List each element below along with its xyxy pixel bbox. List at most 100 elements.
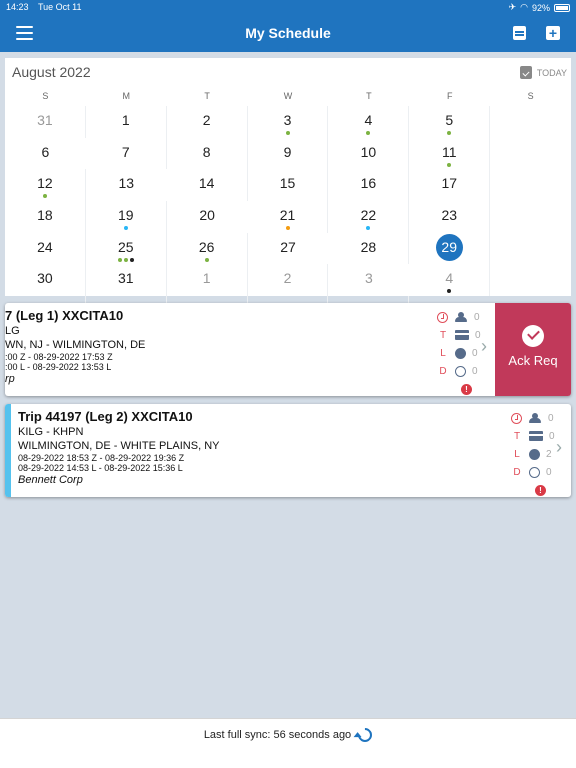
calendar-day-number: 1 — [202, 270, 211, 287]
sync-footer: Last full sync: 56 seconds ago — [0, 718, 576, 768]
calendar-day-number: 25 — [118, 238, 134, 255]
calendar-day[interactable]: 22 — [328, 201, 410, 233]
calendar-day[interactable]: 14 — [167, 169, 248, 202]
weekday-header: SMTWTFS — [5, 91, 571, 101]
calendar-day[interactable]: 27 — [248, 233, 329, 265]
calendar-day[interactable]: 16 — [328, 169, 410, 202]
calendar: August 2022 TODAY SMTWTFS 31 1 2 3 4 5 6 7 8 9 10 1… — [5, 58, 571, 328]
calendar-day[interactable]: 11 — [409, 137, 491, 170]
calendar-day[interactable]: 31 — [86, 264, 167, 297]
event-indicators — [248, 226, 328, 231]
weekday-label: T — [204, 91, 210, 101]
calendar-day-number: 22 — [360, 207, 377, 224]
calendar-day[interactable]: 3 — [248, 106, 329, 138]
calendar-day-number: 1 — [121, 112, 130, 128]
calendar-day-number: 26 — [198, 238, 215, 255]
calendar-day[interactable]: 3 — [328, 264, 409, 296]
calendar-day[interactable]: 6 — [5, 138, 86, 170]
trip-zulu-times: :00 Z - 08-29-2022 17:53 Z — [5, 352, 113, 362]
chevron-right-icon[interactable]: › — [481, 336, 487, 357]
calendar-day-number: 28 — [360, 238, 377, 255]
today-button[interactable]: TODAY — [519, 66, 567, 79]
calendar-day[interactable]: 23 — [409, 201, 491, 233]
page-title: My Schedule — [245, 25, 331, 41]
calendar-day[interactable]: 17 — [409, 169, 491, 202]
calendar-day[interactable]: 26 — [167, 232, 248, 265]
event-indicators — [86, 226, 166, 231]
calendar-day-number: 31 — [118, 270, 134, 287]
trip-title: 7 (Leg 1) XXCITA10 — [5, 308, 124, 323]
trip-zulu-times: 08-29-2022 18:53 Z - 08-29-2022 19:36 Z — [18, 453, 185, 463]
calendar-day[interactable]: 15 — [248, 169, 329, 202]
calendar-day[interactable]: 7 — [86, 137, 167, 170]
calendar-icon[interactable] — [513, 26, 526, 40]
event-indicators — [328, 131, 408, 135]
calendar-day-number: 17 — [441, 175, 458, 192]
weekday-label: S — [42, 91, 49, 101]
crew-count: 0 — [474, 311, 480, 323]
status-indicators: ✈ ◠ 92% — [509, 2, 570, 13]
calendar-month-title: August 2022 — [12, 64, 91, 80]
t-label: T — [439, 329, 447, 341]
chevron-right-icon[interactable]: › — [556, 437, 562, 458]
nav-bar: My Schedule + — [0, 16, 576, 52]
calendar-day[interactable]: 20 — [167, 201, 248, 233]
calendar-day[interactable]: 18 — [5, 201, 86, 233]
empty-circle-icon — [529, 466, 540, 478]
ack-req-button[interactable]: Ack Req — [495, 303, 571, 396]
calendar-day[interactable]: 10 — [328, 137, 410, 170]
calendar-day-number: 8 — [202, 143, 211, 160]
calendar-day-selected[interactable]: 29 — [409, 232, 491, 265]
calendar-day[interactable]: 8 — [167, 137, 248, 170]
trip-card-leg-2[interactable]: Trip 44197 (Leg 2) XXCITA10 KILG - KHPN … — [5, 404, 571, 497]
calendar-day-number: 4 — [445, 270, 454, 287]
d-label: D — [513, 466, 521, 478]
card-icon — [455, 330, 469, 340]
calendar-day[interactable]: 28 — [328, 232, 410, 265]
event-dot-green — [447, 162, 452, 167]
refresh-icon[interactable] — [355, 725, 376, 745]
filled-circle-icon — [529, 448, 540, 460]
airplane-mode-icon: ✈ — [508, 2, 517, 12]
calendar-day-number: 20 — [199, 207, 215, 224]
calendar-day[interactable]: 1 — [86, 106, 167, 138]
calendar-day-number: 10 — [360, 143, 377, 160]
calendar-day[interactable]: 1 — [167, 264, 248, 297]
calendar-day-number: 15 — [279, 175, 296, 192]
calendar-day[interactable]: 31 — [5, 106, 86, 138]
calendar-day[interactable]: 19 — [86, 201, 167, 233]
calendar-day[interactable]: 30 — [5, 264, 86, 297]
trip-company: rp — [5, 373, 15, 385]
trip-route: KILG - KHPN — [18, 426, 84, 438]
event-dot-black — [129, 257, 134, 262]
status-date: Tue Oct 11 — [38, 2, 82, 12]
calendar-day-number: 3 — [364, 270, 373, 287]
clock-icon — [437, 311, 448, 323]
add-icon[interactable]: + — [546, 26, 560, 40]
calendar-day[interactable]: 2 — [248, 264, 329, 297]
calendar-day-number: 21 — [279, 207, 296, 224]
trip-route: LG — [5, 325, 20, 337]
calendar-day-number: 14 — [198, 175, 215, 192]
weekday-label: F — [446, 91, 453, 101]
calendar-day[interactable]: 5 — [409, 106, 491, 138]
calendar-day[interactable]: 4 — [409, 264, 491, 297]
calendar-day[interactable]: 12 — [5, 169, 86, 202]
calendar-day[interactable]: 2 — [167, 106, 248, 138]
calendar-day[interactable]: 13 — [86, 169, 167, 201]
calendar-day[interactable]: 9 — [248, 137, 329, 170]
calendar-check-icon — [519, 66, 532, 79]
calendar-day[interactable]: 4 — [328, 106, 410, 138]
event-dot-orange — [285, 226, 290, 231]
trip-local-times: 08-29-2022 14:53 L - 08-29-2022 15:36 L — [18, 463, 183, 473]
calendar-day[interactable]: 24 — [5, 232, 86, 265]
calendar-day-number: 24 — [37, 238, 53, 255]
trip-card-leg-1[interactable]: 7 (Leg 1) XXCITA10 LG WN, NJ - WILMINGTO… — [5, 303, 571, 396]
event-indicators — [409, 289, 489, 294]
calendar-grid: 31 1 2 3 4 5 6 7 8 9 10 11 12 13 14 15 16 17 18 19 20 21 22 23 2… — [5, 106, 571, 328]
calendar-day[interactable]: 25 — [86, 232, 167, 265]
calendar-day[interactable]: 21 — [248, 201, 329, 233]
event-dot-green — [117, 257, 122, 262]
weekday-label: W — [283, 91, 293, 101]
clock-icon — [511, 412, 522, 424]
